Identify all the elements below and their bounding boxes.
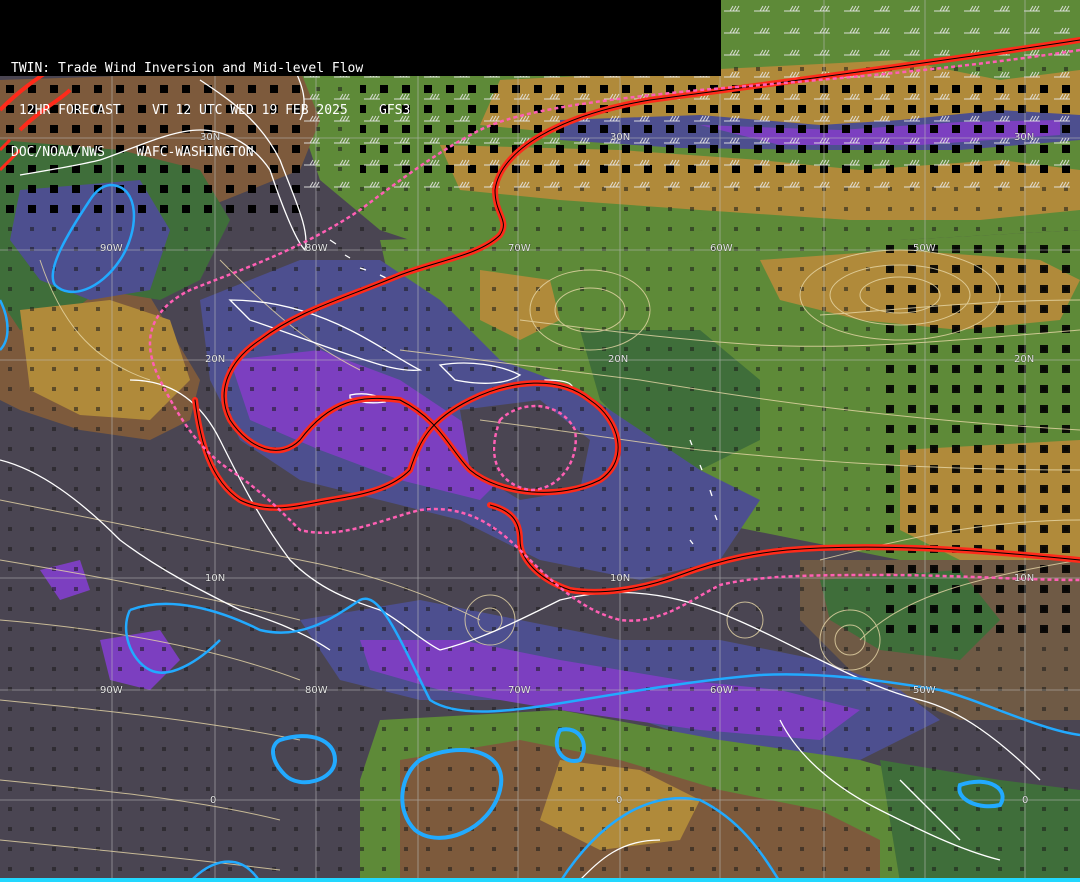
header-agency: DOC/NOAA/NWS WAFC-WASHINGTON: [11, 145, 254, 160]
label-50w-bot: 50W: [913, 685, 936, 696]
label-20n-b: 20N: [608, 354, 629, 365]
label-50w-top: 50W: [913, 243, 936, 254]
label-10n-a: 10N: [205, 573, 226, 584]
label-20n-a: 20N: [205, 354, 226, 365]
label-60w-top: 60W: [710, 243, 733, 254]
twin-forecast-map: TWIN: Trade Wind Inversion and Mid-level…: [0, 0, 1080, 882]
label-30n-b: 30N: [610, 132, 631, 143]
label-eq-c: 0: [1022, 795, 1029, 806]
label-60w-bot: 60W: [710, 685, 733, 696]
label-10n-c: 10N: [1014, 573, 1035, 584]
label-eq-b: 0: [616, 795, 623, 806]
label-eq-a: 0: [210, 795, 217, 806]
label-80w-top: 80W: [305, 243, 328, 254]
label-70w-bot: 70W: [508, 685, 531, 696]
label-30n-a: 30N: [200, 132, 221, 143]
label-70w-top: 70W: [508, 243, 531, 254]
label-10n-b: 10N: [610, 573, 631, 584]
label-90w-bot: 90W: [100, 685, 123, 696]
header-forecast-time: 12HR FORECAST VT 12 UTC WED 19 FEB 2025 …: [19, 103, 411, 118]
header-panel: TWIN: Trade Wind Inversion and Mid-level…: [0, 0, 721, 160]
label-20n-c: 20N: [1014, 354, 1035, 365]
label-90w-top: 90W: [100, 243, 123, 254]
label-30n-c: 30N: [1014, 132, 1035, 143]
label-80w-bot: 80W: [305, 685, 328, 696]
bottom-border: [0, 878, 1080, 882]
header-title: TWIN: Trade Wind Inversion and Mid-level…: [11, 61, 364, 76]
